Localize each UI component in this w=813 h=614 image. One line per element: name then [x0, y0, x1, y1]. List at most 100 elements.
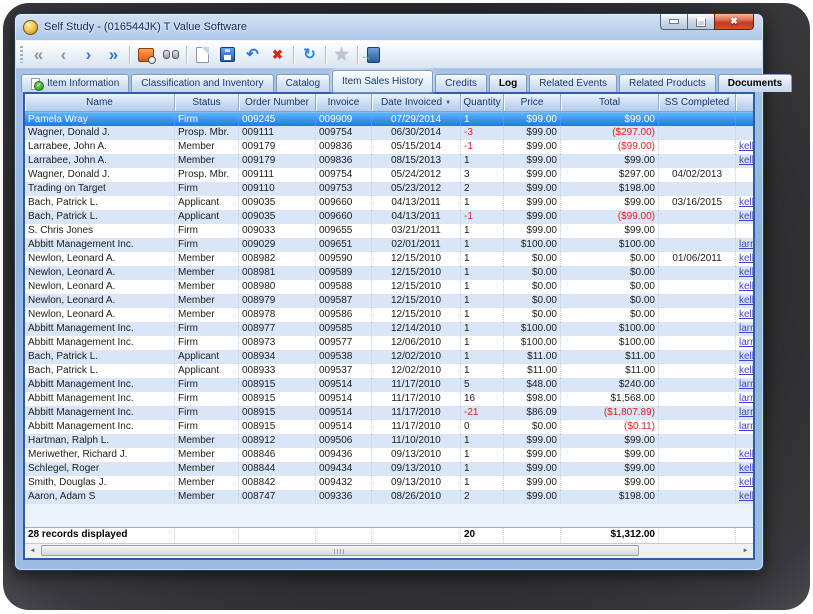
user-link[interactable]: kelly — [739, 281, 753, 292]
table-row[interactable]: S. Chris Jones Firm 009033 009655 03/21/2011… — [25, 224, 753, 238]
tab-item-information[interactable]: Item Information — [21, 74, 130, 92]
column-header-ss-completed[interactable]: SS Completed — [659, 94, 736, 111]
nav-previous-icon[interactable]: ‹ — [51, 44, 76, 66]
scroll-right-arrow[interactable]: ► — [738, 545, 753, 558]
scroll-thumb[interactable] — [41, 545, 639, 556]
table-row[interactable]: Newlon, Leonard A. Member 008978 009586 12/1… — [25, 308, 753, 322]
user-link[interactable]: kelly — [739, 155, 753, 166]
tab-related-products[interactable]: Related Products — [619, 74, 716, 92]
user-link[interactable]: larry — [739, 323, 753, 334]
table-row[interactable]: Abbitt Management Inc. Firm 008915 009514 11… — [25, 378, 753, 392]
table-row[interactable]: Newlon, Leonard A. Member 008980 009588 12/1… — [25, 280, 753, 294]
table-row[interactable]: Hartman, Ralph L. Member 008912 009506 11/10… — [25, 434, 753, 448]
column-header-order-number[interactable]: Order Number — [239, 94, 316, 111]
table-row[interactable]: Aaron, Adam S Member 008747 009336 08/26/201… — [25, 490, 753, 504]
column-header-total[interactable]: Total — [561, 94, 659, 111]
column-header-name[interactable]: Name — [25, 94, 175, 111]
table-row[interactable]: Newlon, Leonard A. Member 008981 009589 12/1… — [25, 266, 753, 280]
table-row[interactable]: Abbitt Management Inc. Firm 008977 009585 12… — [25, 322, 753, 336]
scroll-left-arrow[interactable]: ◄ — [25, 545, 40, 558]
find-icon[interactable] — [158, 44, 183, 66]
delete-icon[interactable]: ✖ — [265, 44, 290, 66]
user-link[interactable]: kelly — [739, 463, 753, 474]
column-header-links[interactable] — [736, 94, 753, 111]
user-link[interactable]: kelly — [739, 211, 753, 222]
table-row[interactable]: Bach, Patrick L. Applicant 009035 009660 04/… — [25, 210, 753, 224]
table-row[interactable]: Abbitt Management Inc. Firm 008915 009514 11… — [25, 392, 753, 406]
snapshot-icon[interactable] — [133, 44, 158, 66]
cell-name: Meriwether, Richard J. — [25, 448, 175, 462]
user-link[interactable]: kelly — [739, 365, 753, 376]
save-icon[interactable] — [215, 44, 240, 66]
user-link[interactable]: kelly — [739, 267, 753, 278]
tab-classification-and-inventory[interactable]: Classification and Inventory — [131, 74, 274, 92]
table-row[interactable]: Pamela Wray Firm 009245 009909 07/29/2014 1 $9… — [25, 112, 753, 126]
table-row[interactable]: Trading on Target Firm 009110 009753 05/23/2… — [25, 182, 753, 196]
user-link[interactable]: larry — [739, 421, 753, 432]
user-link[interactable]: kelly — [739, 197, 753, 208]
table-row[interactable]: Schlegel, Roger Member 008844 009434 09/13/2… — [25, 462, 753, 476]
user-link[interactable]: kelly — [739, 295, 753, 306]
user-link[interactable]: larry — [739, 337, 753, 348]
maximize-button[interactable] — [687, 14, 715, 30]
user-link[interactable]: kelly — [739, 253, 753, 264]
table-row[interactable]: Abbitt Management Inc. Firm 008973 009577 12… — [25, 336, 753, 350]
cell-status: Firm — [175, 322, 239, 336]
table-row[interactable]: Larrabee, John A. Member 009179 009836 08/15… — [25, 154, 753, 168]
toolbar-grip[interactable] — [20, 46, 23, 63]
column-label: Total — [598, 97, 621, 108]
cell-date-invoiced: 12/02/2010 — [372, 364, 461, 378]
h-scrollbar[interactable]: ◄ ► — [25, 543, 753, 558]
nav-last-icon[interactable]: » — [101, 44, 126, 66]
tab-related-events[interactable]: Related Events — [529, 74, 618, 92]
favorite-icon[interactable]: ★ — [329, 44, 354, 66]
refresh-icon[interactable]: ↻ — [297, 44, 322, 66]
new-record-icon[interactable] — [190, 44, 215, 66]
tab-documents[interactable]: Documents — [717, 74, 793, 92]
column-header-date-invoiced[interactable]: Date Invoiced ▼ — [372, 94, 461, 111]
user-link[interactable]: kelly — [739, 477, 753, 488]
table-row[interactable]: Abbitt Management Inc. Firm 009029 009651 02… — [25, 238, 753, 252]
user-link[interactable]: kelly — [739, 351, 753, 362]
minimize-button[interactable] — [660, 14, 688, 30]
exit-icon[interactable] — [360, 44, 386, 66]
cell-ss-completed — [659, 392, 736, 406]
title-bar[interactable]: Self Study - (016544JK) T Value Software… — [15, 14, 763, 40]
cell-total: $198.00 — [561, 490, 659, 504]
window-controls: ✖ — [660, 14, 754, 30]
tab-credits[interactable]: Credits — [435, 74, 487, 92]
table-row[interactable]: Wagner, Donald J. Prosp. Mbr. 009111 009754… — [25, 168, 753, 182]
table-row[interactable]: Larrabee, John A. Member 009179 009836 05/15… — [25, 140, 753, 154]
user-link[interactable]: kelly — [739, 141, 753, 152]
cell-invoice: 009586 — [316, 308, 372, 322]
table-row[interactable]: Bach, Patrick L. Applicant 008933 009537 12/… — [25, 364, 753, 378]
table-row[interactable]: Abbitt Management Inc. Firm 008915 009514 11… — [25, 406, 753, 420]
user-link[interactable]: larry — [739, 407, 753, 418]
table-row[interactable]: Newlon, Leonard A. Member 008979 009587 12/1… — [25, 294, 753, 308]
column-header-status[interactable]: Status — [175, 94, 239, 111]
column-header-invoice[interactable]: Invoice — [316, 94, 372, 111]
column-header-quantity[interactable]: Quantity — [461, 94, 504, 111]
tab-catalog[interactable]: Catalog — [275, 74, 331, 92]
table-row[interactable]: Wagner, Donald J. Prosp. Mbr. 009111 009754… — [25, 126, 753, 140]
table-row[interactable]: Bach, Patrick L. Applicant 008934 009538 12/… — [25, 350, 753, 364]
user-link[interactable]: larry — [739, 239, 753, 250]
tab-item-sales-history[interactable]: Item Sales History — [332, 70, 434, 92]
nav-first-icon[interactable]: « — [26, 44, 51, 66]
table-row[interactable]: Meriwether, Richard J. Member 008846 009436… — [25, 448, 753, 462]
close-button[interactable]: ✖ — [714, 14, 754, 30]
user-link[interactable]: kelly — [739, 309, 753, 320]
table-row[interactable]: Abbitt Management Inc. Firm 008915 009514 11… — [25, 420, 753, 434]
undo-icon[interactable]: ↶ — [240, 44, 265, 66]
table-row[interactable]: Bach, Patrick L. Applicant 009035 009660 04/… — [25, 196, 753, 210]
column-header-price[interactable]: Price — [504, 94, 561, 111]
cell-price: $86.09 — [504, 406, 561, 420]
nav-next-icon[interactable]: › — [76, 44, 101, 66]
user-link[interactable]: larry — [739, 393, 753, 404]
tab-log[interactable]: Log — [488, 74, 528, 92]
table-row[interactable]: Smith, Douglas J. Member 008842 009432 09/13… — [25, 476, 753, 490]
user-link[interactable]: kelly — [739, 449, 753, 460]
table-row[interactable]: Newlon, Leonard A. Member 008982 009590 12/1… — [25, 252, 753, 266]
user-link[interactable]: larry — [739, 379, 753, 390]
user-link[interactable]: kelly — [739, 491, 753, 502]
